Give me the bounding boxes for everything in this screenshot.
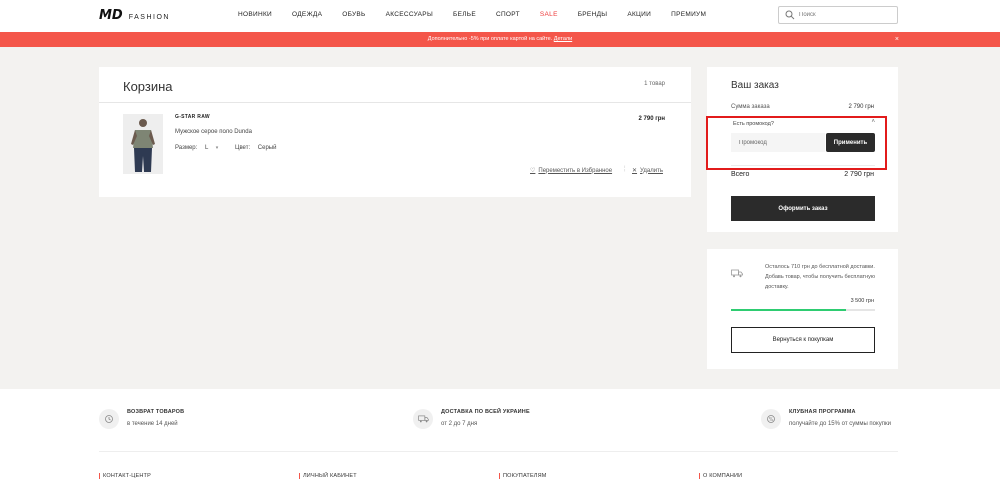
color-label: Цвет: bbox=[235, 145, 251, 151]
truck-icon bbox=[731, 269, 743, 278]
cart-panel: Корзина 1 товар G-STAR RAW Мужское серое… bbox=[99, 67, 691, 197]
main-nav: НОВИНКИ ОДЕЖДА ОБУВЬ АКСЕССУАРЫ БЕЛЬЕ СПОРТ SA… bbox=[238, 11, 706, 18]
product-price: 2 790 грн bbox=[638, 116, 665, 122]
nav-item-6[interactable]: СПОРТ bbox=[496, 11, 520, 18]
checkout-button[interactable]: Оформить заказ bbox=[731, 196, 875, 221]
cart-title: Корзина bbox=[123, 79, 173, 94]
free-delivery-message: Осталось 710 грн до бесплатной доставки.… bbox=[765, 264, 875, 290]
product-photo-icon bbox=[123, 114, 163, 174]
site-logo[interactable]: MD FASHION bbox=[99, 8, 170, 23]
free-delivery-panel: Осталось 710 грн до бесплатной доставки.… bbox=[707, 249, 898, 369]
feature-delivery[interactable]: ДОСТАВКА ПО ВСЕЙ УКРАИНЕ от 2 до 7 дня bbox=[413, 409, 530, 429]
heart-icon: ♡ bbox=[530, 168, 536, 174]
feature-subtitle: получайте до 15% от суммы покупки bbox=[789, 421, 891, 427]
logo-fashion: FASHION bbox=[128, 14, 170, 21]
total-value: 2 790 грн bbox=[844, 171, 874, 178]
footer-column-customers[interactable]: ПОКУПАТЕЛЯМ bbox=[499, 473, 547, 479]
feature-club[interactable]: % КЛУБНАЯ ПРОГРАММА получайте до 15% от … bbox=[761, 409, 891, 429]
product-name[interactable]: Мужское серое поло Dunda bbox=[175, 129, 252, 135]
cart-count: 1 товар bbox=[644, 81, 665, 87]
size-selector[interactable]: Размер: L ▾ bbox=[175, 145, 218, 151]
product-color: Цвет: Серый bbox=[235, 145, 276, 151]
chevron-down-icon: ▾ bbox=[215, 145, 219, 151]
return-icon bbox=[99, 409, 119, 429]
delivery-progress-bar bbox=[731, 309, 875, 311]
feature-returns[interactable]: ВОЗВРАТ ТОВАРОВ в течение 14 дней bbox=[99, 409, 184, 429]
site-header: MD FASHION НОВИНКИ ОДЕЖДА ОБУВЬ АКСЕССУАРЫ Б… bbox=[0, 0, 1000, 32]
site-footer: ВОЗВРАТ ТОВАРОВ в течение 14 дней ДОСТАВ… bbox=[0, 389, 1000, 482]
nav-item-1[interactable]: НОВИНКИ bbox=[238, 11, 272, 18]
nav-item-4[interactable]: АКСЕССУАРЫ bbox=[386, 11, 433, 18]
logo-md: MD bbox=[99, 8, 123, 23]
footer-column-contact[interactable]: КОНТАКТ-ЦЕНТР bbox=[99, 473, 151, 479]
promo-banner: Дополнительно -5% при оплате картой на с… bbox=[0, 32, 1000, 47]
search-icon bbox=[785, 10, 795, 20]
delivery-progress-fill bbox=[731, 309, 846, 311]
product-brand[interactable]: G-STAR RAW bbox=[175, 114, 210, 120]
product-image[interactable] bbox=[123, 114, 163, 174]
remove-item-link[interactable]: ✕ Удалить bbox=[632, 167, 663, 175]
nav-item-7[interactable]: SALE bbox=[540, 11, 558, 18]
divider bbox=[731, 165, 875, 166]
divider bbox=[99, 451, 898, 452]
subtotal-value: 2 790 грн bbox=[848, 104, 874, 110]
apply-promo-button[interactable]: Применить bbox=[826, 133, 875, 152]
favorites-label: Переместить в Избранное bbox=[538, 167, 613, 174]
nav-item-3[interactable]: ОБУВЬ bbox=[342, 11, 365, 18]
footer-column-account[interactable]: ЛИЧНЫЙ КАБИНЕТ bbox=[299, 473, 357, 479]
feature-title: ДОСТАВКА ПО ВСЕЙ УКРАИНЕ bbox=[441, 409, 530, 415]
divider bbox=[99, 102, 691, 103]
search-box[interactable] bbox=[778, 6, 898, 24]
total-label: Всего bbox=[731, 171, 750, 178]
continue-shopping-button[interactable]: Вернуться к покупкам bbox=[731, 327, 875, 353]
order-title: Ваш заказ bbox=[731, 80, 779, 91]
close-icon: ✕ bbox=[632, 168, 638, 174]
order-summary: Ваш заказ Сумма заказа 2 790 грн Есть пр… bbox=[706, 67, 898, 232]
footer-column-company[interactable]: О КОМПАНИИ bbox=[699, 473, 742, 479]
nav-item-2[interactable]: ОДЕЖДА bbox=[292, 11, 322, 18]
svg-text:%: % bbox=[769, 417, 774, 423]
nav-item-5[interactable]: БЕЛЬЕ bbox=[453, 11, 476, 18]
free-delivery-threshold: 3 500 грн bbox=[850, 298, 874, 304]
subtotal-label: Сумма заказа bbox=[731, 104, 770, 110]
nav-item-9[interactable]: АКЦИИ bbox=[627, 11, 651, 18]
chevron-up-icon[interactable]: ˄ bbox=[871, 119, 875, 125]
promo-code-input[interactable] bbox=[731, 133, 825, 152]
truck-icon bbox=[413, 409, 433, 429]
color-value: Серый bbox=[257, 145, 277, 151]
size-label: Размер: bbox=[175, 145, 198, 151]
promo-banner-link[interactable]: Детали bbox=[554, 36, 572, 42]
promo-banner-text: Дополнительно -5% при оплате картой на с… bbox=[427, 36, 554, 42]
promo-code-toggle[interactable]: Есть промокод? bbox=[733, 121, 774, 127]
search-input[interactable] bbox=[799, 12, 889, 18]
feature-title: ВОЗВРАТ ТОВАРОВ bbox=[127, 409, 185, 415]
size-value: L bbox=[204, 145, 209, 151]
feature-subtitle: в течение 14 дней bbox=[127, 421, 178, 427]
remove-label: Удалить bbox=[640, 167, 663, 174]
nav-item-10[interactable]: ПРЕМИУМ bbox=[671, 11, 706, 18]
separator: ¦ bbox=[624, 166, 626, 172]
club-icon: % bbox=[761, 409, 781, 429]
feature-subtitle: от 2 до 7 дня bbox=[441, 421, 478, 427]
move-to-favorites-link[interactable]: ♡ Переместить в Избранное bbox=[530, 167, 613, 175]
feature-title: КЛУБНАЯ ПРОГРАММА bbox=[789, 409, 856, 415]
close-icon[interactable]: × bbox=[895, 32, 899, 47]
nav-item-8[interactable]: БРЕНДЫ bbox=[578, 11, 608, 18]
